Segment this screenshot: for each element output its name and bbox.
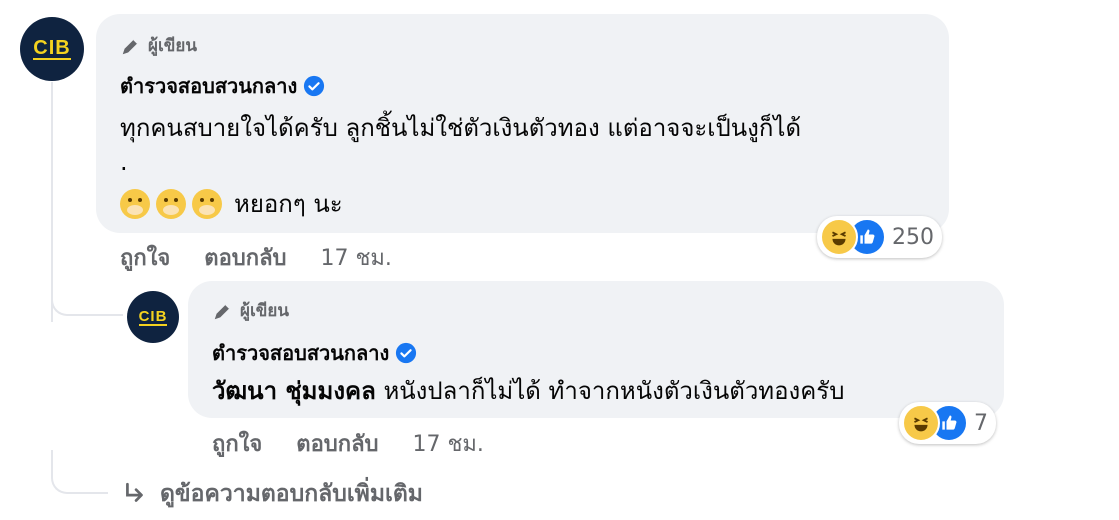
reaction-count: 250 xyxy=(892,224,934,250)
comment-bubble: ผู้เขียน ตำรวจสอบสวนกลาง ทุกคนสบายใจได้ค… xyxy=(96,14,949,233)
hand-over-mouth-emoji-icon xyxy=(192,188,222,219)
reply-arrow-icon xyxy=(126,482,143,502)
avatar-logo-text: CIB xyxy=(138,307,168,326)
avatar[interactable]: CIB xyxy=(20,17,84,81)
commenter-name[interactable]: ตำรวจสอบสวนกลาง xyxy=(212,337,389,369)
reaction-count: 7 xyxy=(974,410,988,436)
reply-text: หนังปลาก็ไม่ได้ ทำจากหนังตัวเงินตัวทองคร… xyxy=(383,377,845,405)
hand-over-mouth-emoji-icon xyxy=(120,188,150,219)
view-more-replies-button[interactable]: ดูข้อความตอบกลับเพิ่มเติม xyxy=(122,476,423,512)
avatar-logo-text: CIB xyxy=(33,37,71,60)
like-button[interactable]: ถูกใจ xyxy=(212,426,262,461)
reply-button[interactable]: ตอบกลับ xyxy=(296,426,378,461)
verified-badge-icon xyxy=(396,342,417,364)
comment-text-line1: ทุกคนสบายใจได้ครับ ลูกชิ้นไม่ใช่ตัวเงินต… xyxy=(120,114,802,142)
haha-reaction-icon xyxy=(902,404,940,442)
verified-badge-icon xyxy=(304,75,325,97)
pen-icon xyxy=(214,303,230,319)
thread-branch-reply xyxy=(51,290,123,316)
timestamp[interactable]: 17 ชม. xyxy=(321,240,392,275)
author-badge-label: ผู้เขียน xyxy=(148,36,197,56)
reply-bubble: ผู้เขียน ตำรวจสอบสวนกลาง วัฒนา ชุ่มมงคล … xyxy=(188,281,1004,418)
comment-text-line2: . xyxy=(120,148,128,176)
haha-reaction-icon xyxy=(820,218,858,256)
view-more-replies-label: ดูข้อความตอบกลับเพิ่มเติม xyxy=(160,481,423,507)
commenter-name[interactable]: ตำรวจสอบสวนกลาง xyxy=(120,70,297,102)
like-button[interactable]: ถูกใจ xyxy=(120,240,170,275)
comment-text-line3: หยอกๆ นะ xyxy=(234,190,343,218)
reply-button[interactable]: ตอบกลับ xyxy=(204,240,286,275)
author-badge: ผู้เขียน xyxy=(120,32,197,59)
thread-line xyxy=(51,82,53,322)
author-badge-label: ผู้เขียน xyxy=(240,301,289,321)
thread-branch-more xyxy=(51,450,108,494)
reactions-summary[interactable]: 250 xyxy=(817,216,942,258)
reactions-summary[interactable]: 7 xyxy=(899,402,996,444)
avatar[interactable]: CIB xyxy=(127,291,179,343)
author-badge: ผู้เขียน xyxy=(212,297,289,324)
timestamp[interactable]: 17 ชม. xyxy=(413,426,484,461)
hand-over-mouth-emoji-icon xyxy=(156,188,186,219)
mention-link[interactable]: วัฒนา ชุ่มมงคล xyxy=(212,377,376,405)
pen-icon xyxy=(122,38,138,54)
